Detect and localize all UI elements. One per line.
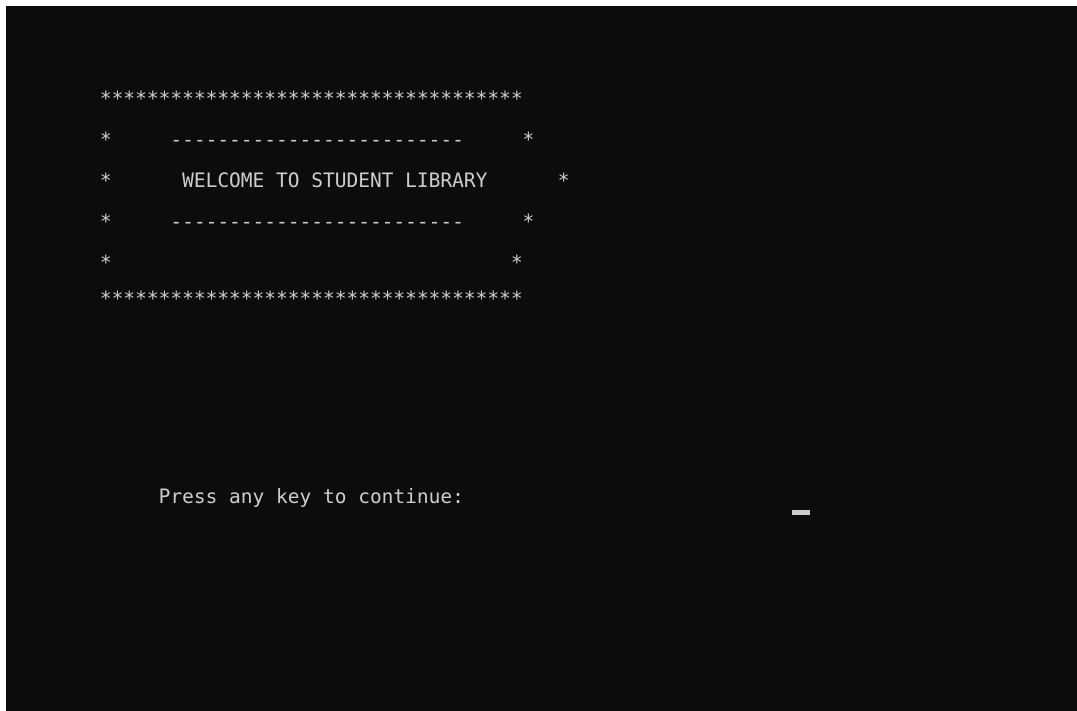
banner-bottom-border: ************************************ <box>6 287 523 310</box>
continue-prompt: Press any key to continue: <box>6 485 476 508</box>
text-cursor <box>792 510 810 515</box>
console-window[interactable]: ************************************ * -… <box>6 6 1077 711</box>
banner-empty-row: * * <box>6 251 523 274</box>
banner-top-border: ************************************ <box>6 87 523 110</box>
console-screen[interactable]: ************************************ * -… <box>6 6 1077 711</box>
banner-upper-dashes: * ------------------------- * <box>6 128 535 151</box>
banner-lower-dashes: * ------------------------- * <box>6 210 535 233</box>
banner-title: * WELCOME TO STUDENT LIBRARY * <box>6 169 570 192</box>
